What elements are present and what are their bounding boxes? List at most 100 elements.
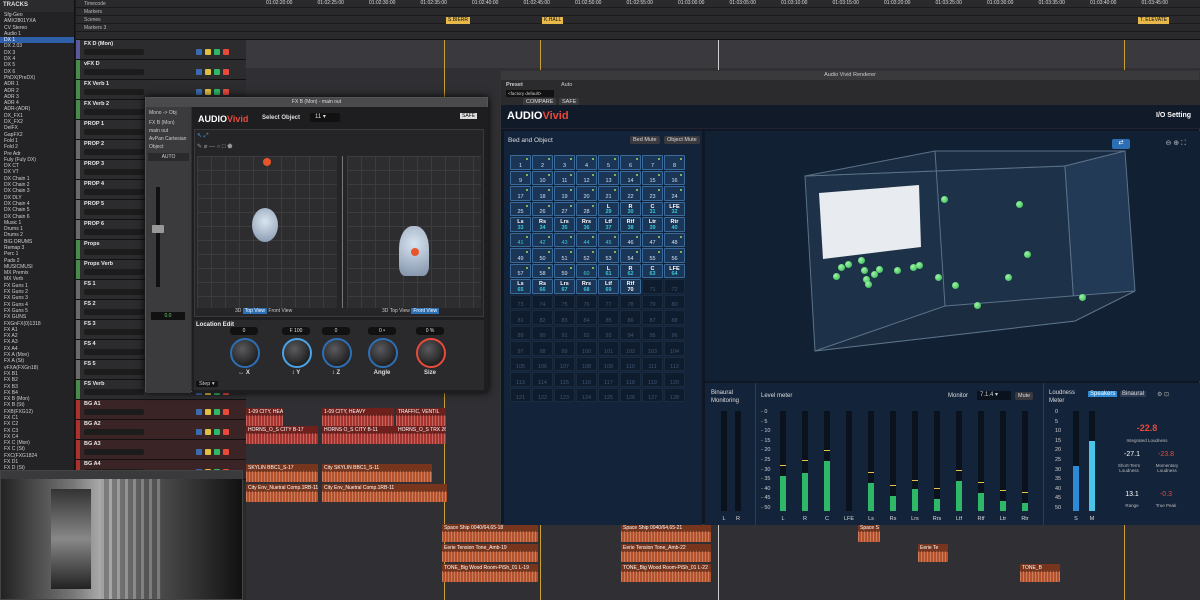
channel-cell[interactable]: 118 <box>620 372 641 387</box>
channel-cell[interactable]: 44 <box>576 232 597 247</box>
edit-track-name[interactable]: Props <box>84 241 100 247</box>
channel-cell[interactable]: 54 <box>620 248 641 263</box>
track-toggle[interactable] <box>223 49 229 55</box>
channel-cell[interactable]: 117 <box>598 372 619 387</box>
sound-object-dot[interactable] <box>861 267 868 274</box>
safe-button[interactable]: SAFE <box>460 113 478 119</box>
audio-clip[interactable]: 1-09 CITY, HEAVY <box>246 408 283 426</box>
channel-cell[interactable]: R 62 <box>620 263 641 278</box>
track-toggle[interactable] <box>223 449 229 455</box>
edit-track-name[interactable]: PROP 3 <box>84 161 104 167</box>
speakers-tab[interactable]: Speakers <box>1088 391 1118 397</box>
audio-clip[interactable]: City Env_Nuetral Comp.1RB-11 <box>246 484 318 502</box>
track-controls[interactable] <box>84 229 144 235</box>
track-label[interactable]: FX B (Mon) <box>146 119 191 127</box>
channel-cell[interactable]: 55 <box>642 248 663 263</box>
channel-cell[interactable]: Ltf 37 <box>598 217 619 232</box>
channel-cell[interactable]: 93 <box>598 325 619 340</box>
edit-track-name[interactable]: BG A2 <box>84 421 101 427</box>
audio-clip[interactable]: City Env_Nuetral Comp.1RB-11 <box>322 484 447 502</box>
audio-clip[interactable]: TONE_Big Wood Room-PiSh_01 L-19 <box>442 564 538 582</box>
edit-track-name[interactable]: FS 5 <box>84 361 96 367</box>
sound-object-dot[interactable] <box>941 196 948 203</box>
channel-cell[interactable]: 5 <box>598 155 619 170</box>
channel-cell[interactable]: 128 <box>664 387 685 402</box>
edit-track-name[interactable]: FS 3 <box>84 321 96 327</box>
track-controls[interactable] <box>84 169 144 175</box>
3d-room-view[interactable]: ⇄ ⊖ ⊕ ⛶ <box>705 131 1200 381</box>
renderer-window[interactable]: Audio Vivid Renderer Preset Auto <factor… <box>500 70 1200 525</box>
channel-cell[interactable]: 99 <box>554 341 575 356</box>
channel-cell[interactable]: 22 <box>620 186 641 201</box>
channel-cell[interactable]: 79 <box>642 294 663 309</box>
channel-cell[interactable]: 73 <box>510 294 531 309</box>
audio-clip[interactable]: Eerie Tension Tone_Amb-22 <box>621 544 711 562</box>
edit-track-name[interactable]: PROP 5 <box>84 201 104 207</box>
channel-cell[interactable]: 7 <box>642 155 663 170</box>
edit-track-name[interactable]: FS 4 <box>84 341 96 347</box>
track-toggle[interactable] <box>223 409 229 415</box>
channel-cell[interactable]: L 29 <box>598 201 619 216</box>
channel-cell[interactable]: 85 <box>598 310 619 325</box>
channel-cell[interactable]: 41 <box>510 232 531 247</box>
z-knob[interactable] <box>322 338 352 368</box>
sound-object-dot[interactable] <box>974 302 981 309</box>
channel-cell[interactable]: 114 <box>532 372 553 387</box>
channel-cell[interactable]: Ltf 69 <box>598 279 619 294</box>
channel-cell[interactable]: 100 <box>576 341 597 356</box>
channel-cell[interactable]: 53 <box>598 248 619 263</box>
channel-cell[interactable]: 89 <box>510 325 531 340</box>
channel-cell[interactable]: LFE 32 <box>664 201 685 216</box>
sound-object-dot[interactable] <box>1024 251 1031 258</box>
channel-cell[interactable]: 94 <box>620 325 641 340</box>
channel-cell[interactable]: 112 <box>664 356 685 371</box>
track-toggle[interactable] <box>223 69 229 75</box>
channel-cell[interactable]: Rtf 70 <box>620 279 641 294</box>
edit-track[interactable]: FX D (Mon) <box>76 40 246 60</box>
sound-object-dot[interactable] <box>838 264 845 271</box>
channel-cell[interactable]: 91 <box>554 325 575 340</box>
track-controls[interactable] <box>84 349 144 355</box>
channel-cell[interactable]: 18 <box>532 186 553 201</box>
channel-cell[interactable]: 108 <box>576 356 597 371</box>
loudness-settings-icon[interactable]: ⚙ ⊡ <box>1157 391 1169 398</box>
channel-cell[interactable]: 103 <box>642 341 663 356</box>
channel-cell[interactable]: 11 <box>554 170 575 185</box>
pan-label[interactable]: AvPan Cartesian <box>146 135 191 143</box>
channel-cell[interactable]: 74 <box>532 294 553 309</box>
edit-track-name[interactable]: PROP 4 <box>84 181 104 187</box>
channel-cell[interactable]: 12 <box>576 170 597 185</box>
track-toggle[interactable] <box>223 429 229 435</box>
channel-cell[interactable]: 28 <box>576 201 597 216</box>
channel-cell[interactable]: 20 <box>576 186 597 201</box>
track-controls[interactable] <box>84 189 144 195</box>
sound-object-dot[interactable] <box>894 267 901 274</box>
audio-clip[interactable]: Eerie Te <box>918 544 948 562</box>
track-toggle[interactable] <box>214 409 220 415</box>
y-knob[interactable] <box>282 338 312 368</box>
edit-track-name[interactable]: FS Verb <box>84 381 104 387</box>
channel-cell[interactable]: 9 <box>510 170 531 185</box>
track-toggle[interactable] <box>214 49 220 55</box>
channel-cell[interactable]: 47 <box>642 232 663 247</box>
edit-track[interactable]: vFX D <box>76 60 246 80</box>
sound-object-dot[interactable] <box>876 266 883 273</box>
track-controls[interactable] <box>84 329 144 335</box>
channel-cell[interactable]: 6 <box>620 155 641 170</box>
channel-cell[interactable]: 116 <box>576 372 597 387</box>
channel-cell[interactable]: 21 <box>598 186 619 201</box>
channel-cell[interactable]: 77 <box>598 294 619 309</box>
track-controls[interactable] <box>84 109 144 115</box>
channel-cell[interactable]: 92 <box>576 325 597 340</box>
track-controls[interactable] <box>84 389 144 395</box>
channel-cell[interactable]: Rtf 38 <box>620 217 641 232</box>
channel-cell[interactable]: 95 <box>642 325 663 340</box>
channel-cell[interactable]: 60 <box>576 263 597 278</box>
sound-object-dot[interactable] <box>935 274 942 281</box>
sound-object-dot[interactable] <box>1079 294 1086 301</box>
track-controls[interactable] <box>84 449 144 455</box>
z-value[interactable]: 0 <box>322 327 350 335</box>
automation-lane[interactable] <box>246 40 1200 68</box>
automation-mode[interactable]: AUTO <box>148 153 189 161</box>
audio-clip[interactable]: HORNS_O_S CITY B-17 <box>246 426 318 444</box>
